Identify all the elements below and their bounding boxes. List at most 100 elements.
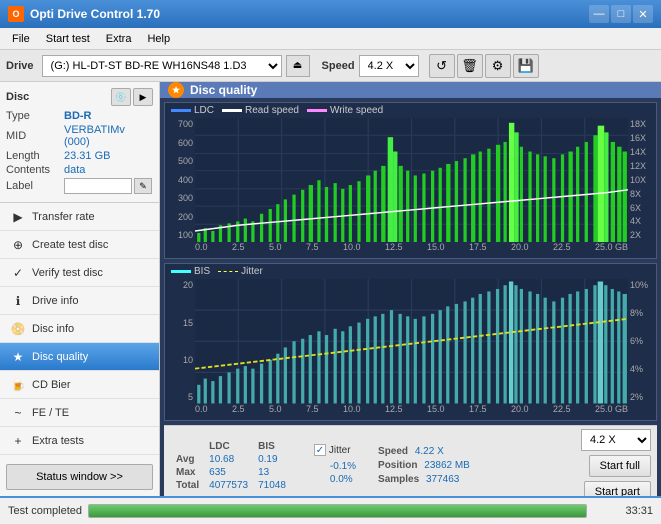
legend-ldc: LDC	[171, 105, 214, 116]
sidebar-item-drive-info[interactable]: ℹ Drive info	[0, 287, 159, 315]
disc-info-icon: 📀	[10, 321, 26, 337]
status-bar: Test completed 33:31	[0, 496, 661, 524]
legend-write-speed: Write speed	[307, 105, 383, 116]
menu-bar: File Start test Extra Help	[0, 28, 661, 50]
sidebar-item-verify-test-disc[interactable]: ✓ Verify test disc	[0, 259, 159, 287]
sidebar-item-create-test-disc[interactable]: ⊕ Create test disc	[0, 231, 159, 259]
disc-info-label: Disc info	[32, 323, 74, 335]
length-label: Length	[6, 150, 64, 162]
samples-row: Samples 377463	[378, 474, 470, 485]
legend-jitter: Jitter	[218, 266, 263, 277]
transfer-rate-label: Transfer rate	[32, 211, 95, 223]
jitter-label: Jitter	[329, 445, 351, 456]
label-button[interactable]: ✎	[134, 178, 152, 194]
sidebar-item-fe-te[interactable]: ~ FE / TE	[0, 399, 159, 427]
legend-ldc-label: LDC	[194, 105, 214, 116]
menu-start-test[interactable]: Start test	[38, 31, 98, 47]
menu-help[interactable]: Help	[139, 31, 178, 47]
col-ldc-header: LDC	[205, 441, 252, 452]
content-header: ★ Disc quality	[160, 82, 661, 98]
maximize-button[interactable]: □	[611, 5, 631, 23]
legend-read-speed-label: Read speed	[245, 105, 299, 116]
settings-button[interactable]: ⚙	[485, 54, 511, 78]
legend-read-speed: Read speed	[222, 105, 299, 116]
sidebar-item-transfer-rate[interactable]: ▶ Transfer rate	[0, 203, 159, 231]
content-header-title: Disc quality	[190, 83, 257, 97]
legend-jitter-color	[218, 271, 238, 273]
type-value: BD-R	[64, 110, 92, 122]
disc-quality-label: Disc quality	[32, 351, 88, 363]
chart1-y-axis-left: 700 600 500 400 300 200 100	[165, 118, 195, 242]
legend-write-speed-label: Write speed	[330, 105, 383, 116]
chart2-body: 20 15 10 5	[165, 279, 656, 403]
jitter-stats-table: -0.1% 0.0%	[314, 459, 362, 487]
chart1-svg	[195, 118, 628, 242]
disc-quality-header-icon: ★	[168, 82, 184, 98]
label-input[interactable]	[64, 178, 132, 194]
mid-label: MID	[6, 130, 64, 142]
stats-table: LDC BIS Avg 10.68 0.19 Max 635 13	[170, 439, 302, 493]
speed-select[interactable]: 4.2 X	[359, 55, 419, 77]
jitter-checkbox[interactable]: ✓	[314, 444, 326, 456]
jitter-checkbox-area: ✓ Jitter	[314, 444, 362, 456]
mid-value: VERBATIMv (000)	[64, 124, 153, 148]
cd-bier-label: CD Bier	[32, 379, 71, 391]
save-button[interactable]: 💾	[513, 54, 539, 78]
chart2-y-axis-right: 10% 8% 6% 4% 2%	[628, 279, 656, 403]
sidebar-item-extra-tests[interactable]: + Extra tests	[0, 427, 159, 455]
status-text: Test completed	[8, 505, 82, 517]
refresh-button[interactable]: ↺	[429, 54, 455, 78]
samples-value: 377463	[426, 474, 459, 485]
drive-info-label: Drive info	[32, 295, 78, 307]
sidebar-item-disc-info[interactable]: 📀 Disc info	[0, 315, 159, 343]
chart1-y-axis-right: 18X 16X 14X 12X 10X 8X 6X 4X 2X	[628, 118, 656, 242]
stats-panel: LDC BIS Avg 10.68 0.19 Max 635 13	[164, 425, 657, 496]
start-part-button[interactable]: Start part	[584, 481, 651, 496]
erase-button[interactable]: 🗑	[457, 54, 483, 78]
time-display: 33:31	[593, 505, 653, 517]
menu-file[interactable]: File	[4, 31, 38, 47]
eject-button[interactable]: ⏏	[286, 55, 310, 77]
progress-bar-container	[88, 504, 587, 518]
speed-info-row: Speed 4.22 X	[378, 446, 470, 457]
drive-info-icon: ℹ	[10, 293, 26, 309]
start-full-button[interactable]: Start full	[589, 455, 651, 477]
chart2-svg	[195, 279, 628, 403]
close-button[interactable]: ✕	[633, 5, 653, 23]
speed-info-value: 4.22 X	[415, 446, 444, 457]
app-title: Opti Drive Control 1.70	[30, 7, 160, 21]
sidebar-item-cd-bier[interactable]: 🍺 CD Bier	[0, 371, 159, 399]
sidebar-item-disc-quality[interactable]: ★ Disc quality	[0, 343, 159, 371]
disc-btn-2[interactable]: ▶	[133, 88, 153, 106]
status-window-button[interactable]: Status window >>	[6, 464, 153, 490]
drive-bar: Drive (G:) HL-DT-ST BD-RE WH16NS48 1.D3 …	[0, 50, 661, 82]
position-label: Position	[378, 460, 417, 471]
charts-area: LDC Read speed Write speed 700 600	[160, 98, 661, 496]
disc-quality-icon: ★	[10, 349, 26, 365]
type-label: Type	[6, 110, 64, 122]
speed-select-2[interactable]: 4.2 X	[581, 429, 651, 451]
drive-select[interactable]: (G:) HL-DT-ST BD-RE WH16NS48 1.D3	[42, 55, 282, 77]
progress-bar-fill	[89, 505, 586, 517]
disc-btn-1[interactable]: 💿	[111, 88, 131, 106]
content-panel: ★ Disc quality LDC Read speed	[160, 82, 661, 496]
chart2-plot	[195, 279, 628, 403]
create-test-disc-label: Create test disc	[32, 239, 108, 251]
cd-bier-icon: 🍺	[10, 377, 26, 393]
speed-label: Speed	[322, 60, 355, 72]
max-label: Max	[172, 467, 203, 478]
contents-value: data	[64, 164, 85, 176]
menu-extra[interactable]: Extra	[98, 31, 140, 47]
sidebar: Disc 💿 ▶ Type BD-R MID VERBATIMv (000) L…	[0, 82, 160, 496]
chart1-body: 700 600 500 400 300 200 100	[165, 118, 656, 242]
bis-chart: BIS Jitter 20 15 10 5	[164, 263, 657, 420]
ldc-chart: LDC Read speed Write speed 700 600	[164, 102, 657, 259]
col-bis-header: BIS	[254, 441, 290, 452]
drive-label: Drive	[6, 60, 34, 72]
total-bis: 71048	[254, 480, 290, 491]
legend-read-speed-color	[222, 109, 242, 112]
minimize-button[interactable]: —	[589, 5, 609, 23]
speed-info-label: Speed	[378, 446, 408, 457]
legend-bis-label: BIS	[194, 266, 210, 277]
avg-label: Avg	[172, 454, 203, 465]
